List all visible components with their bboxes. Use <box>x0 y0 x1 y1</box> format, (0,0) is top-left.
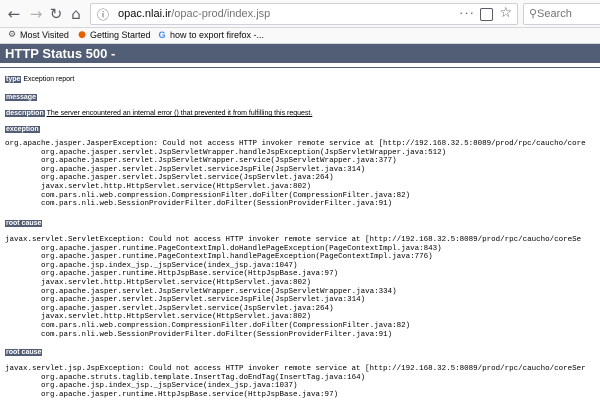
url-path: /opac-prod/index.jsp <box>171 8 271 20</box>
search-bar[interactable]: ⚲ Search <box>523 3 600 25</box>
type-row: type Exception report <box>5 76 74 83</box>
info-icon[interactable]: ⓘ <box>97 6 109 23</box>
bookmark-getting-started[interactable]: ● Getting Started <box>77 30 151 40</box>
exception-heading: exception <box>5 126 40 133</box>
message-row: message <box>5 94 37 101</box>
bookmark-label: Getting Started <box>90 30 151 40</box>
search-icon: ⚲ <box>529 7 538 20</box>
type-label: type <box>5 76 22 83</box>
home-icon[interactable]: ⌂ <box>66 4 86 24</box>
search-input[interactable]: Search <box>537 8 572 20</box>
divider <box>0 67 600 68</box>
root-cause-trace-2: javax.servlet.jsp.JspException: Could no… <box>5 365 586 399</box>
url-text[interactable]: opac.nlai.ir/opac-prod/index.jsp <box>118 8 270 20</box>
page-actions-icon[interactable]: ··· <box>459 5 475 20</box>
description-label: description <box>5 110 45 117</box>
bookmark-label: Most Visited <box>20 30 69 40</box>
root-cause-heading-2: root cause <box>5 349 43 356</box>
page-title: HTTP Status 500 - <box>0 44 600 63</box>
message-label: message <box>5 94 37 101</box>
root-cause-heading: root cause <box>5 220 43 227</box>
bookmark-export-firefox[interactable]: G how to export firefox -... <box>157 30 264 40</box>
root-cause-label: root cause <box>5 220 43 227</box>
firefox-icon: ● <box>78 30 86 40</box>
bookmark-star-icon[interactable]: ☆ <box>499 5 512 21</box>
browser-toolbar: ← → ↻ ⌂ ⓘ opac.nlai.ir/opac-prod/index.j… <box>0 0 600 28</box>
bookmark-label: how to export firefox -... <box>170 30 265 40</box>
type-value: Exception report <box>23 76 75 83</box>
bookmarks-toolbar: ⚙ Most Visited ● Getting Started G how t… <box>0 28 600 44</box>
exception-trace: org.apache.jasper.JasperException: Could… <box>5 140 586 209</box>
google-icon: G <box>158 30 166 40</box>
url-host: opac.nlai.ir <box>118 8 172 20</box>
back-icon[interactable]: ← <box>4 4 24 24</box>
description-row: description The server encountered an in… <box>5 110 312 117</box>
exception-label: exception <box>5 126 40 133</box>
description-value: The server encountered an internal error… <box>46 110 313 117</box>
reader-view-icon[interactable] <box>480 8 493 21</box>
bookmark-most-visited[interactable]: ⚙ Most Visited <box>7 30 69 40</box>
page-content: HTTP Status 500 - type Exception report … <box>0 44 600 400</box>
root-cause-trace: javax.servlet.ServletException: Could no… <box>5 236 582 339</box>
reload-icon[interactable]: ↻ <box>46 4 66 24</box>
forward-icon[interactable]: → <box>26 4 46 24</box>
gear-icon: ⚙ <box>7 30 17 40</box>
root-cause-label-2: root cause <box>5 349 43 356</box>
url-bar[interactable]: ⓘ opac.nlai.ir/opac-prod/index.jsp ··· ☆ <box>90 3 518 25</box>
